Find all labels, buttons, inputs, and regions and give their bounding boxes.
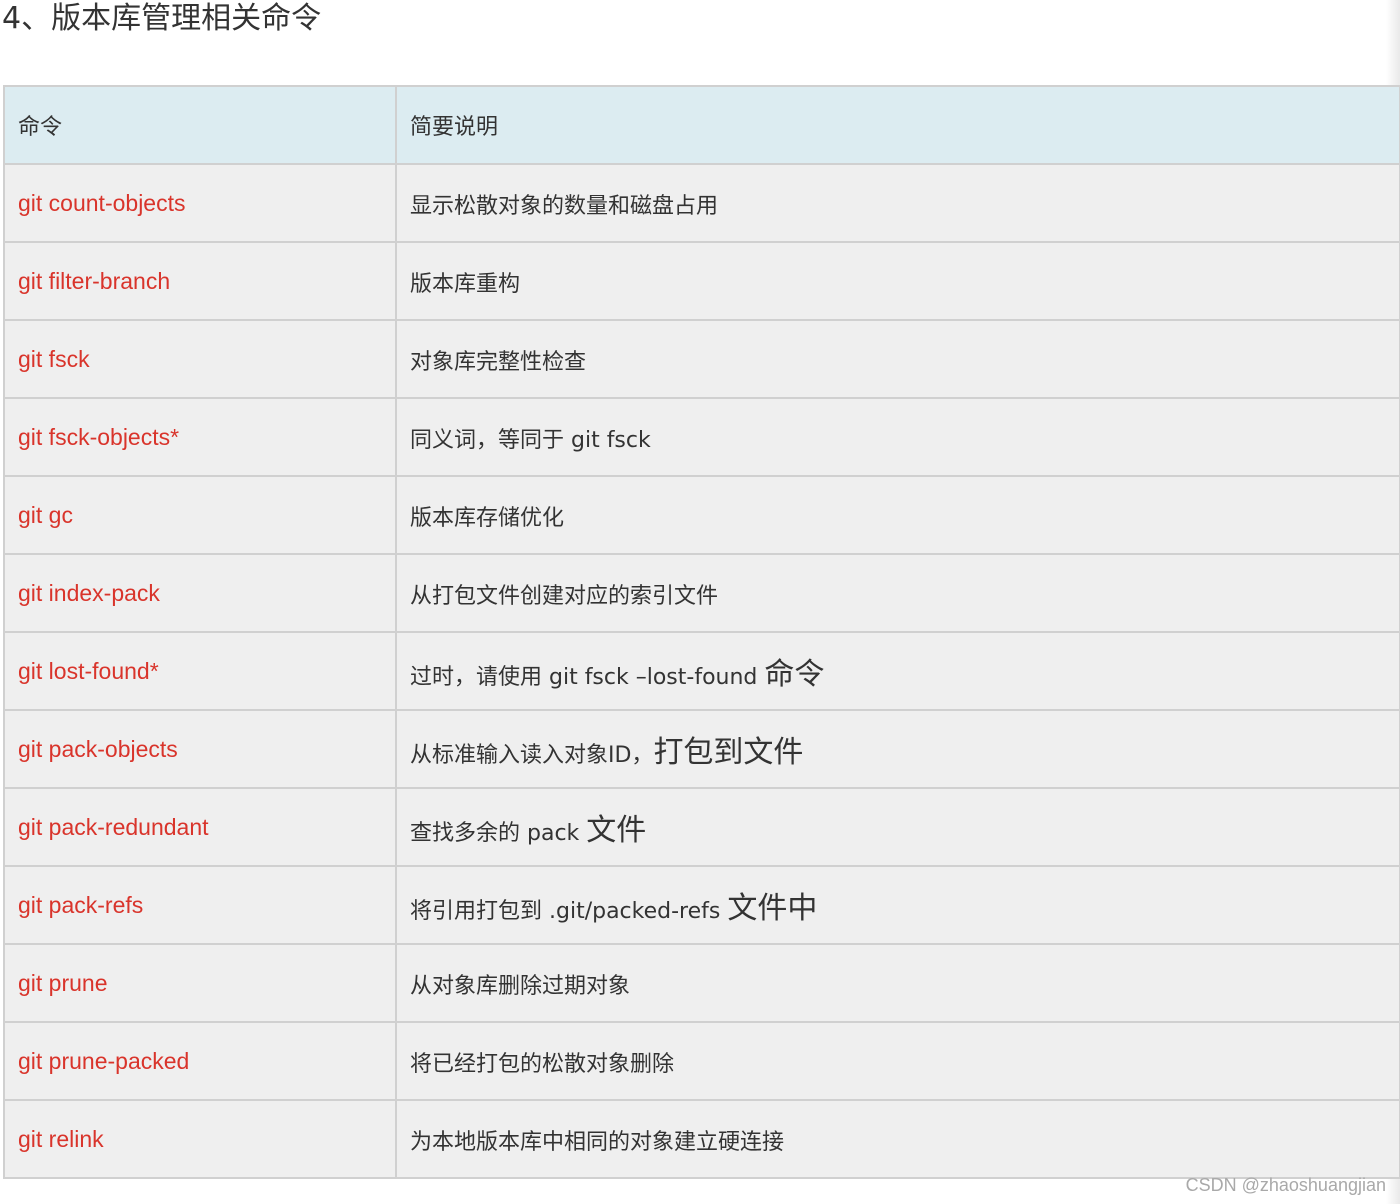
description-tail: 命令 — [764, 657, 825, 692]
table-row: git relink 为本地版本库中相同的对象建立硬连接 — [3, 1099, 1400, 1179]
table-row: git pack-redundant 查找多余的 pack 文件 — [3, 787, 1400, 867]
description-text: 从打包文件创建对应的索引文件 — [410, 583, 719, 609]
table-row: git fsck-objects* 同义词，等同于 git fsck — [3, 397, 1400, 477]
command-cell: git count-objects — [3, 163, 397, 243]
description-text: 同义词，等同于 git fsck — [410, 427, 651, 453]
command-cell: git pack-refs — [3, 865, 397, 945]
description-text: 过时，请使用 git fsck –lost-found — [410, 665, 765, 690]
description-text: 从标准输入读入对象ID， — [410, 743, 654, 768]
header-command: 命令 — [3, 85, 397, 165]
description-cell: 版本库存储优化 — [395, 475, 1400, 555]
table-row: git index-pack 从打包文件创建对应的索引文件 — [3, 553, 1400, 633]
description-cell: 显示松散对象的数量和磁盘占用 — [395, 163, 1400, 243]
commands-table: 命令 简要说明 git count-objects 显示松散对象的数量和磁盘占用… — [3, 85, 1400, 1179]
description-text: 查找多余的 pack — [410, 821, 587, 846]
table-row: git pack-objects 从标准输入读入对象ID，打包到文件 — [3, 709, 1400, 789]
description-tail: 文件 — [586, 813, 647, 848]
watermark: CSDN @zhaoshuangjian — [1185, 1175, 1386, 1195]
description-cell: 将引用打包到 .git/packed-refs 文件中 — [395, 865, 1400, 945]
description-cell: 对象库完整性检查 — [395, 319, 1400, 399]
description-cell: 过时，请使用 git fsck –lost-found 命令 — [395, 631, 1400, 711]
description-cell: 为本地版本库中相同的对象建立硬连接 — [395, 1099, 1400, 1179]
command-cell: git pack-objects — [3, 709, 397, 789]
command-cell: git prune-packed — [3, 1021, 397, 1101]
table-row: git fsck 对象库完整性检查 — [3, 319, 1400, 399]
command-cell: git fsck — [3, 319, 397, 399]
command-cell: git relink — [3, 1099, 397, 1179]
description-cell: 将已经打包的松散对象删除 — [395, 1021, 1400, 1101]
header-description: 简要说明 — [395, 85, 1400, 165]
command-cell: git pack-redundant — [3, 787, 397, 867]
command-cell: git filter-branch — [3, 241, 397, 321]
description-cell: 从标准输入读入对象ID，打包到文件 — [395, 709, 1400, 789]
table-row: git lost-found* 过时，请使用 git fsck –lost-fo… — [3, 631, 1400, 711]
description-text: 将已经打包的松散对象删除 — [410, 1051, 675, 1077]
description-cell: 从对象库删除过期对象 — [395, 943, 1400, 1023]
description-cell: 从打包文件创建对应的索引文件 — [395, 553, 1400, 633]
description-text: 将引用打包到 .git/packed-refs — [410, 899, 728, 924]
description-text: 从对象库删除过期对象 — [410, 973, 631, 999]
table-row: git prune 从对象库删除过期对象 — [3, 943, 1400, 1023]
table-header-row: 命令 简要说明 — [3, 85, 1400, 165]
description-cell: 版本库重构 — [395, 241, 1400, 321]
description-tail: 打包到文件 — [653, 735, 804, 770]
command-cell: git fsck-objects* — [3, 397, 397, 477]
command-cell: git gc — [3, 475, 397, 555]
description-text: 为本地版本库中相同的对象建立硬连接 — [410, 1129, 785, 1155]
table-row: git pack-refs 将引用打包到 .git/packed-refs 文件… — [3, 865, 1400, 945]
description-text: 显示松散对象的数量和磁盘占用 — [410, 193, 719, 219]
description-text: 对象库完整性检查 — [410, 349, 587, 375]
description-text: 版本库存储优化 — [410, 505, 565, 531]
description-cell: 查找多余的 pack 文件 — [395, 787, 1400, 867]
table-row: git gc 版本库存储优化 — [3, 475, 1400, 555]
command-cell: git index-pack — [3, 553, 397, 633]
table-row: git filter-branch 版本库重构 — [3, 241, 1400, 321]
command-cell: git prune — [3, 943, 397, 1023]
description-tail: 文件中 — [727, 891, 818, 926]
description-cell: 同义词，等同于 git fsck — [395, 397, 1400, 477]
table-row: git count-objects 显示松散对象的数量和磁盘占用 — [3, 163, 1400, 243]
command-cell: git lost-found* — [3, 631, 397, 711]
table-row: git prune-packed 将已经打包的松散对象删除 — [3, 1021, 1400, 1101]
section-title: 4、版本库管理相关命令 — [2, 1, 322, 36]
description-text: 版本库重构 — [410, 271, 521, 297]
